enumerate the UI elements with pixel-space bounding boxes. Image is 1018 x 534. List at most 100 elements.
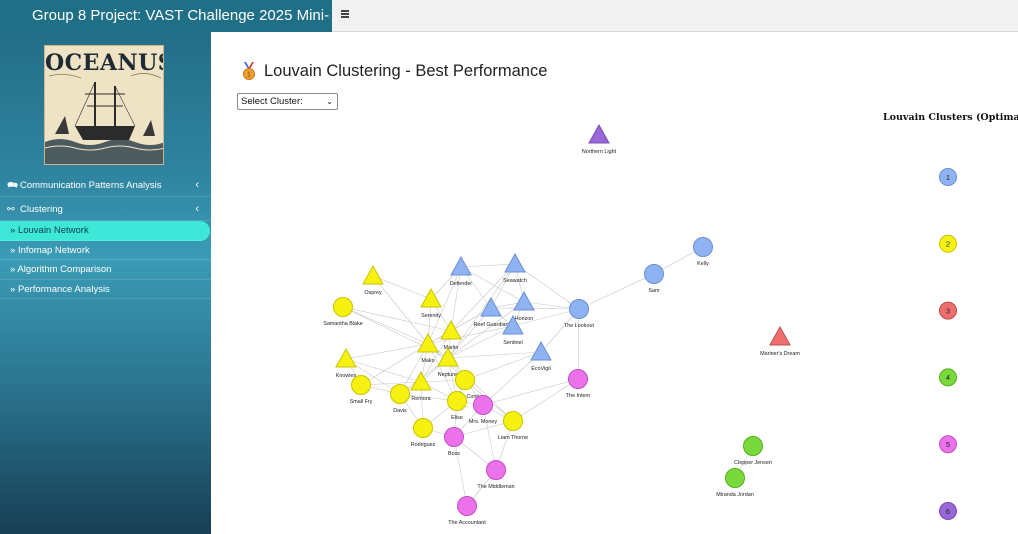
graph-node-liam-thorne[interactable]: Liam Thorne <box>498 411 528 442</box>
sidebar-item-infomap-network[interactable]: » Infomap Network <box>0 241 211 260</box>
graph-edge <box>578 273 655 310</box>
graph-node-label: EcoVigil <box>531 366 550 372</box>
graph-node-rodriguez[interactable]: Rodriguez <box>411 418 436 449</box>
vessel-marker[interactable] <box>450 255 472 276</box>
graph-node-label: Knowles <box>336 373 357 379</box>
graph-edge <box>490 307 580 310</box>
graph-node-label: The Lookout <box>564 323 594 329</box>
legend-label: 6 <box>946 507 950 516</box>
graph-node-reef-guardian[interactable]: Reef Guardian <box>473 296 509 328</box>
sidebar-item-algorithm-comparison[interactable]: » Algorithm Comparison <box>0 260 211 280</box>
legend-item-cluster-2[interactable]: 2 <box>939 234 957 253</box>
person-marker[interactable] <box>413 418 433 438</box>
graph-node-marlin[interactable]: Marlin <box>440 319 462 351</box>
graph-node-label: Samantha Blake <box>323 321 363 327</box>
graph-nodes: Northern Light Kelly Sam The Lookout Defende… <box>323 123 800 527</box>
person-marker[interactable] <box>351 375 371 395</box>
legend-label: 4 <box>946 373 950 382</box>
vessel-marker[interactable] <box>504 252 526 273</box>
graph-node-label: Sam <box>648 288 660 294</box>
graph-node-label: Boss <box>448 451 460 457</box>
person-marker[interactable] <box>455 370 475 390</box>
graph-node-ecovigil[interactable]: EcoVigil <box>530 340 552 372</box>
chevron-left-icon: ‹ <box>195 179 199 191</box>
graph-node-davis[interactable]: Davis <box>390 384 410 415</box>
person-marker[interactable] <box>725 468 745 488</box>
person-marker[interactable] <box>644 264 664 284</box>
person-marker[interactable] <box>569 299 589 319</box>
graph-node-label: Neptune <box>438 372 458 378</box>
graph-node-label: The Accountant <box>448 520 486 526</box>
graph-edge <box>453 436 468 507</box>
graph-node-label: Horizon <box>515 316 534 322</box>
person-marker[interactable] <box>444 427 464 447</box>
graph-node-the-accountant[interactable]: The Accountant <box>448 496 486 527</box>
graph-node-kelly[interactable]: Kelly <box>693 237 713 268</box>
graph-node-miranda-jordan[interactable]: Miranda Jordan <box>716 468 754 499</box>
vessel-marker[interactable] <box>769 325 791 346</box>
sidebar-item-communication[interactable]: 🗪 Communication Patterns Analysis ‹ <box>0 173 211 197</box>
person-marker[interactable] <box>447 391 467 411</box>
graph-node-elise[interactable]: Elise <box>447 391 467 422</box>
comments-icon: 🗪 <box>7 180 19 190</box>
person-marker[interactable] <box>503 411 523 431</box>
graph-node-label: Seawatch <box>503 278 527 284</box>
graph-node-samantha-blake[interactable]: Samantha Blake <box>323 297 363 328</box>
graph-node-label: Osprey <box>364 290 382 296</box>
cluster-legend: 1 2 3 4 5 6 <box>939 168 957 520</box>
graph-node-knowles[interactable]: Knowles <box>335 347 357 379</box>
legend-item-cluster-3[interactable]: 3 <box>939 301 957 320</box>
vessel-marker[interactable] <box>410 370 432 391</box>
legend-item-cluster-6[interactable]: 6 <box>939 502 957 520</box>
graph-node-label: Mariner's Dream <box>760 351 800 357</box>
graph-edge <box>372 275 432 300</box>
logo-text: OCEANUS <box>45 50 164 76</box>
sidebar-item-label: Infomap Network <box>17 244 90 256</box>
graph-node-seawatch[interactable]: Seawatch <box>503 252 527 284</box>
graph-node-remora[interactable]: Remora <box>410 370 432 402</box>
graph-node-label: Mako <box>421 358 434 364</box>
vessel-marker[interactable] <box>417 332 439 353</box>
network-graph[interactable]: Northern Light Kelly Sam The Lookout Defende… <box>211 32 1018 534</box>
vessel-marker[interactable] <box>530 340 552 361</box>
sidebar-item-louvain-network[interactable]: » Louvain Network <box>0 221 210 241</box>
person-marker[interactable] <box>486 460 506 480</box>
legend-label: 2 <box>946 240 950 249</box>
person-marker[interactable] <box>693 237 713 257</box>
legend-item-cluster-5[interactable]: 5 <box>939 435 957 454</box>
legend-item-cluster-4[interactable]: 4 <box>939 368 957 387</box>
graph-edge <box>577 308 580 380</box>
vessel-marker[interactable] <box>362 264 384 285</box>
person-marker[interactable] <box>333 297 353 317</box>
person-marker[interactable] <box>568 369 588 389</box>
sidebar-item-performance-analysis[interactable]: » Performance Analysis <box>0 280 211 299</box>
app-title: Group 8 Project: VAST Challenge 2025 Min… <box>0 0 332 32</box>
graph-node-the-middleman[interactable]: The Middleman <box>477 460 515 491</box>
person-marker[interactable] <box>390 384 410 404</box>
graph-node-mako[interactable]: Mako <box>417 332 439 364</box>
legend-label: 3 <box>946 306 950 315</box>
graph-node-boss[interactable]: Boss <box>444 427 464 458</box>
sidebar: OCEANUS 🗪 Communication Patterns Analysis… <box>0 32 211 534</box>
graph-node-small-fry[interactable]: Small Fry <box>350 375 373 406</box>
sidebar-item-label: Algorithm Comparison <box>17 264 112 275</box>
graph-node-osprey[interactable]: Osprey <box>362 264 384 296</box>
graph-node-horizon[interactable]: Horizon <box>513 290 535 322</box>
vessel-marker[interactable] <box>588 123 610 144</box>
graph-node-northern-light[interactable]: Northern Light <box>582 123 617 155</box>
graph-node-defender[interactable]: Defender <box>450 255 472 287</box>
person-marker[interactable] <box>457 496 477 516</box>
graph-node-label: Small Fry <box>350 399 373 405</box>
graph-edge <box>512 378 579 422</box>
person-marker[interactable] <box>743 436 763 456</box>
sidebar-item-clustering[interactable]: ⚯ Clustering ‹ <box>0 197 211 221</box>
graph-node-clepper-jensen[interactable]: Clepper Jensen <box>734 436 772 467</box>
vessel-marker[interactable] <box>513 290 535 311</box>
person-marker[interactable] <box>473 395 493 415</box>
graph-node-label: The Middleman <box>477 484 514 490</box>
graph-node-mariners-dream[interactable]: Mariner's Dream <box>760 325 800 357</box>
graph-node-serenity[interactable]: Serenity <box>420 287 442 319</box>
hamburger-menu-icon[interactable] <box>338 6 358 26</box>
legend-item-cluster-1[interactable]: 1 <box>939 168 957 186</box>
graph-node-sam[interactable]: Sam <box>644 264 664 295</box>
